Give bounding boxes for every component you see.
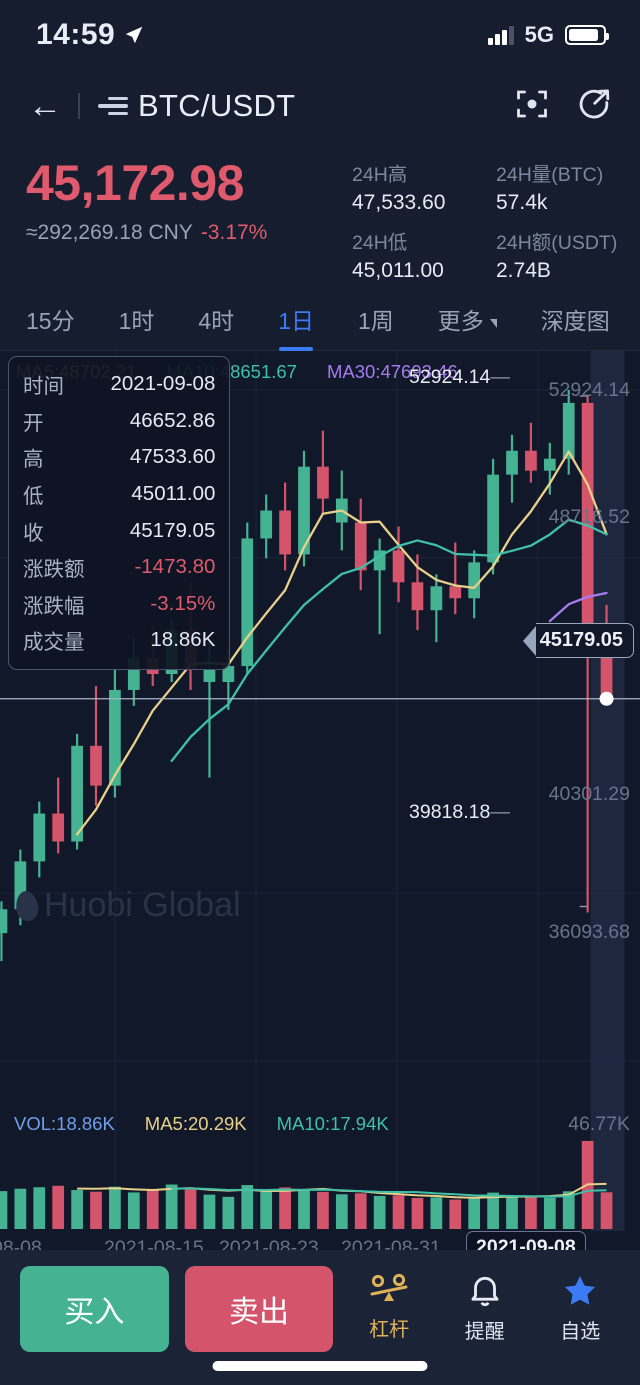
stat-label: 24H量(BTC) (496, 164, 604, 186)
tooltip-value: 45179.05 (129, 518, 216, 542)
tooltip-row: 涨跌幅 -3.15% (23, 586, 215, 623)
stat-label: 24H高 (352, 164, 408, 186)
huobi-watermark: Huobi Global (14, 886, 241, 925)
timeframe-tab-bar: 15分 1时 4时 1日 1周 更多 深度图 (0, 293, 640, 351)
tooltip-key: 开 (23, 411, 44, 435)
nav-divider (78, 93, 80, 119)
tooltip-row: 低 45011.00 (23, 476, 215, 513)
favorite-button[interactable]: 自选 (540, 1266, 620, 1344)
last-price-pill-value: 45179.05 (535, 623, 634, 658)
tooltip-key: 低 (23, 485, 44, 509)
tooltip-key: 高 (23, 448, 44, 472)
period-high-annotation: 52924.14— (409, 366, 510, 388)
status-indicators: 5G (488, 22, 609, 48)
period-low-annotation: 39818.18— (409, 801, 510, 823)
tooltip-row: 成交量 18.86K (23, 622, 215, 659)
ticker-section: 45,172.98 ≈292,269.18 CNY -3.17% 24H高 47,… (0, 142, 640, 293)
stat-cell: 24H高 47,533.60 (352, 158, 496, 215)
price-block: 45,172.98 ≈292,269.18 CNY -3.17% (0, 154, 352, 283)
price-axis-tick: 48716.52 (548, 506, 630, 528)
tooltip-row: 收 45179.05 (23, 512, 215, 549)
timeframe-tab-15m[interactable]: 15分 (26, 302, 75, 341)
volume-legend-ma5: MA5:20.29K (144, 1113, 247, 1134)
star-icon (565, 1276, 596, 1305)
timeframe-tab-more[interactable]: 更多 (438, 302, 497, 341)
tooltip-value: 18.86K (150, 628, 216, 652)
tooltip-key: 时间 (23, 375, 64, 399)
share-icon[interactable] (576, 86, 612, 127)
volume-axis-max: 46.77K (568, 1113, 630, 1135)
tooltip-key: 涨跌额 (23, 558, 85, 582)
timeframe-tab-1h[interactable]: 1时 (119, 302, 155, 341)
status-time-group: 14:59 (36, 18, 145, 52)
tooltip-key: 涨跌幅 (23, 594, 85, 618)
price-change-pct: -3.17% (200, 221, 268, 244)
marker-arrow-icon (522, 625, 536, 656)
signal-bars-icon (488, 25, 514, 45)
watermark-text: Huobi Global (44, 886, 241, 924)
scan-focus-icon[interactable] (514, 86, 550, 127)
nav-bar: ← BTC/USDT (0, 70, 640, 142)
favorite-label: 自选 (560, 1321, 601, 1343)
stat-value: 47,533.60 (352, 191, 446, 214)
tooltip-value: 45011.00 (131, 482, 216, 506)
timeframe-tab-4h[interactable]: 4时 (198, 302, 234, 341)
last-price: 45,172.98 (26, 155, 244, 211)
tooltip-row: 涨跌额 -1473.80 (23, 549, 215, 586)
volume-legend-vol: VOL:18.86K (14, 1113, 115, 1134)
stat-value: 57.4k (496, 191, 548, 214)
price-secondary: ≈292,269.18 CNY -3.17% (26, 221, 352, 245)
tooltip-row: 时间 2021-09-08 (23, 366, 215, 403)
alert-button[interactable]: 提醒 (445, 1266, 525, 1344)
tooltip-value: 47533.60 (129, 445, 216, 469)
tooltip-row: 高 47533.60 (23, 439, 215, 476)
home-indicator (212, 1361, 428, 1371)
stat-cell: 24H额(USDT) 2.74B (496, 226, 640, 283)
status-bar: 14:59 5G (0, 0, 640, 70)
price-axis-tick: 40301.29 (548, 783, 630, 805)
stat-cell: 24H低 45,011.00 (352, 226, 496, 283)
alert-label: 提醒 (464, 1321, 505, 1343)
status-time: 14:59 (36, 18, 116, 51)
tooltip-key: 成交量 (23, 631, 85, 655)
flame-logo-icon (14, 889, 40, 922)
location-arrow-icon (125, 26, 143, 44)
timeframe-tab-1w[interactable]: 1周 (358, 302, 394, 341)
price-cny: ≈292,269.18 CNY (26, 221, 193, 244)
page-title: BTC/USDT (138, 88, 296, 123)
stat-cell: 24H量(BTC) 57.4k (496, 158, 640, 215)
bell-icon (471, 1276, 499, 1307)
stat-value: 45,011.00 (352, 259, 444, 282)
candlestick-chart[interactable]: MA5:48702.21 MA10:48651.67 MA30:47693.46… (0, 351, 640, 1111)
back-arrow-icon[interactable]: ← (28, 89, 78, 123)
ticker-stats: 24H高 47,533.60 24H量(BTC) 57.4k 24H低 45,0… (352, 154, 640, 283)
battery-icon (565, 25, 609, 45)
last-price-marker: 45179.05 (522, 623, 634, 658)
timeframe-tab-1d[interactable]: 1日 (278, 302, 314, 351)
price-axis-tick: 36093.68 (548, 921, 630, 943)
order-book-list-icon[interactable] (98, 96, 128, 116)
tooltip-value: 2021-09-08 (110, 372, 216, 396)
price-axis-tick: 52924.14 (548, 379, 630, 401)
network-type: 5G (524, 22, 554, 47)
sell-button[interactable]: 卖出 (184, 1266, 334, 1352)
leverage-label: 杠杆 (369, 1319, 410, 1341)
volume-chart[interactable]: VOL:18.86K MA5:20.29K MA10:17.94K 46.77K (0, 1111, 640, 1231)
tooltip-value: -3.15% (150, 591, 216, 615)
leverage-balance-icon (370, 1273, 408, 1301)
stat-label: 24H低 (352, 232, 408, 254)
tooltip-key: 收 (23, 521, 44, 545)
leverage-button[interactable]: 杠杆 (349, 1266, 429, 1342)
tooltip-value: -1473.80 (134, 555, 216, 579)
ohlc-tooltip: 时间 2021-09-08 开 46652.86 高 47533.60 低 45011.… (8, 356, 231, 670)
volume-legend: VOL:18.86K MA5:20.29K MA10:17.94K (14, 1113, 389, 1135)
buy-button[interactable]: 买入 (20, 1266, 169, 1352)
stat-label: 24H额(USDT) (496, 232, 618, 254)
depth-chart-tab[interactable]: 深度图 (541, 302, 610, 341)
tooltip-value: 46652.86 (129, 408, 216, 432)
volume-legend-ma10: MA10:17.94K (276, 1113, 389, 1134)
tooltip-row: 开 46652.86 (23, 403, 215, 440)
stat-value: 2.74B (496, 259, 551, 282)
